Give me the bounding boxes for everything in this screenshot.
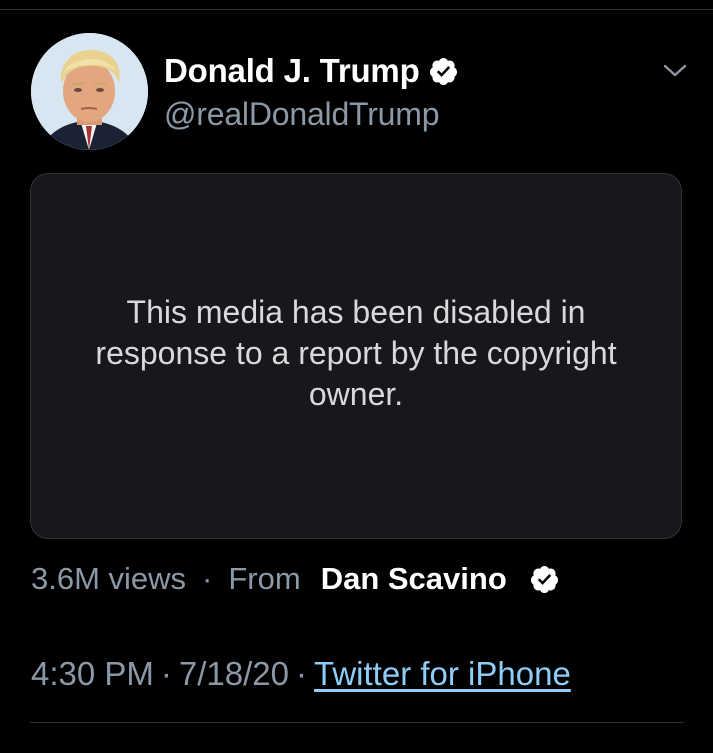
from-label: From (228, 561, 301, 596)
timestamp-separator: · (160, 655, 172, 692)
timestamp-separator: · (296, 655, 308, 692)
tweet-time[interactable]: 4:30 PM (31, 655, 154, 693)
tweet-timestamp-row: 4:30 PM · 7/18/20 · Twitter for iPhone (31, 652, 571, 696)
display-name[interactable]: Donald J. Trump (164, 52, 420, 90)
bottom-divider (30, 722, 684, 723)
tweet-date[interactable]: 7/18/20 (179, 655, 289, 693)
avatar-image (31, 33, 148, 150)
disabled-media-placeholder: This media has been disabled in response… (30, 173, 682, 539)
meta-separator: · (202, 561, 213, 596)
media-disabled-notice: This media has been disabled in response… (95, 294, 617, 412)
author-handle[interactable]: @realDonaldTrump (164, 96, 459, 133)
tweet-author[interactable]: Donald J. Trump @realDonaldTrump (164, 50, 459, 133)
media-source-name[interactable]: Dan Scavino (321, 561, 507, 597)
top-divider (0, 9, 713, 10)
tweet-meta-row: 3.6M views · From Dan Scavino (31, 557, 560, 601)
verified-badge-icon (428, 56, 459, 87)
tweet-client-link[interactable]: Twitter for iPhone (314, 655, 571, 693)
verified-badge-icon (529, 564, 560, 595)
display-name-row: Donald J. Trump (164, 50, 459, 92)
view-count: 3.6M views (31, 561, 187, 596)
chevron-down-icon[interactable] (662, 60, 688, 82)
avatar[interactable] (31, 33, 148, 150)
